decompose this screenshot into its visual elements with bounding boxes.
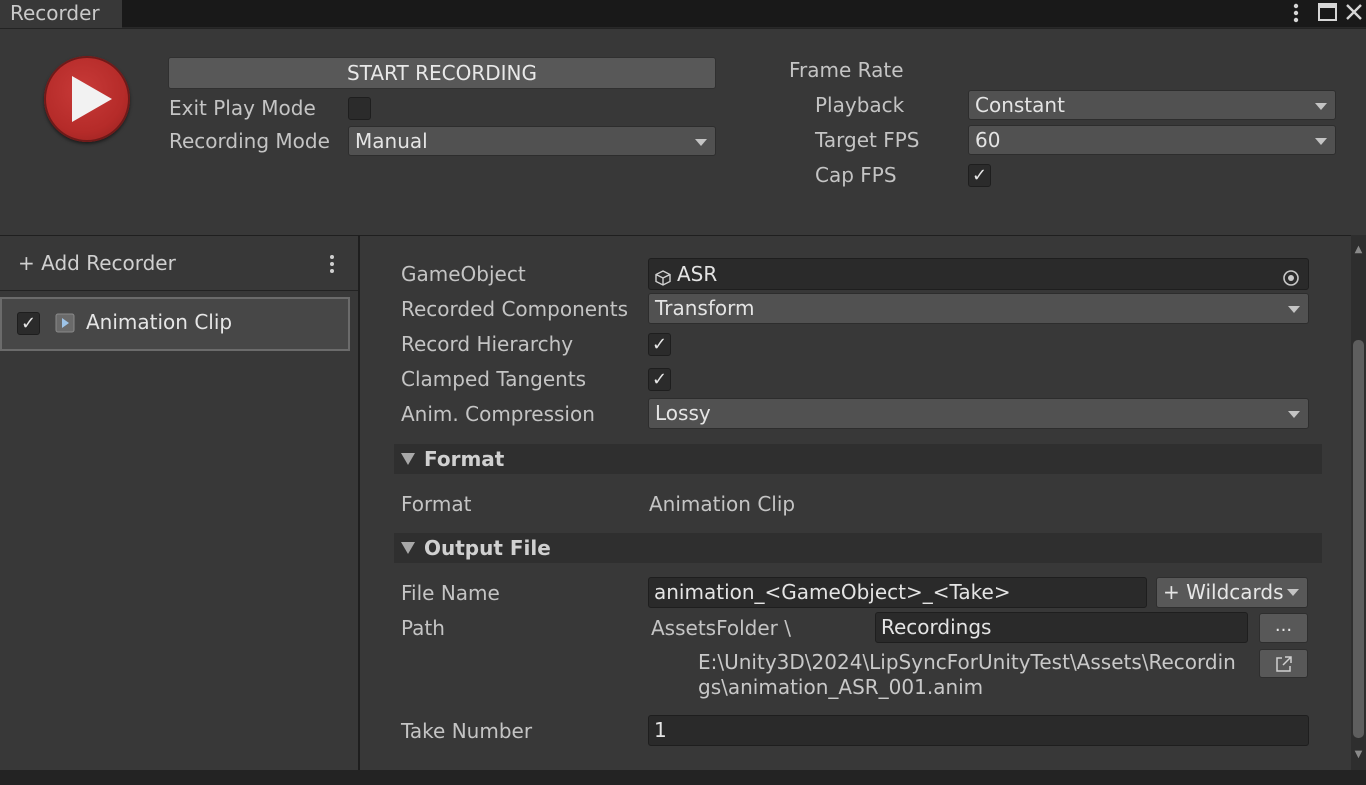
output-file-section-header[interactable]: Output File <box>394 533 1322 563</box>
frame-rate-heading: Frame Rate <box>789 58 904 82</box>
anim-compression-label: Anim. Compression <box>401 402 595 426</box>
recorded-components-label: Recorded Components <box>401 297 628 321</box>
playback-label: Playback <box>815 93 905 117</box>
gameobject-label: GameObject <box>401 262 526 286</box>
cube-icon <box>654 265 672 286</box>
recorder-list-item[interactable]: ✓ Animation Clip <box>0 297 350 351</box>
recorder-list-menu-icon[interactable] <box>328 254 336 274</box>
recorder-settings-panel: GameObject ASR Recorded Components Trans… <box>360 235 1351 771</box>
record-hierarchy-checkbox[interactable]: ✓ <box>648 333 671 356</box>
checkmark-icon: ✓ <box>651 334 668 355</box>
full-path-line-2: gs\animation_ASR_001.anim <box>698 675 984 699</box>
scrollbar-thumb[interactable] <box>1353 340 1364 738</box>
add-recorder-bar: + Add Recorder <box>0 236 358 291</box>
format-value: Animation Clip <box>649 492 796 516</box>
recorded-components-value: Transform <box>655 296 755 320</box>
browse-folder-button[interactable]: ... <box>1259 613 1308 643</box>
chevron-down-icon <box>695 139 707 146</box>
clamped-tangents-label: Clamped Tangents <box>401 367 587 391</box>
clamped-tangents-checkbox[interactable]: ✓ <box>648 368 671 391</box>
path-root-label: AssetsFolder \ <box>651 616 791 640</box>
wildcards-dropdown-button[interactable]: + Wildcards <box>1156 577 1308 608</box>
window-tab-bar <box>0 0 1366 27</box>
start-recording-button[interactable]: START RECORDING <box>168 57 716 89</box>
format-label: Format <box>401 492 472 516</box>
recorded-components-dropdown[interactable]: Transform <box>648 293 1309 324</box>
file-name-input[interactable]: animation_<GameObject>_<Take> <box>648 577 1147 608</box>
animation-clip-icon <box>55 313 75 333</box>
cap-fps-checkbox[interactable]: ✓ <box>968 164 991 187</box>
kebab-menu-icon[interactable] <box>1290 2 1302 24</box>
target-fps-dropdown[interactable]: 60 <box>968 125 1336 155</box>
open-folder-button[interactable] <box>1259 649 1308 678</box>
anim-compression-value: Lossy <box>655 401 711 425</box>
scroll-up-icon[interactable]: ▲ <box>1352 244 1365 255</box>
recording-mode-value: Manual <box>355 129 428 153</box>
exit-play-mode-label: Exit Play Mode <box>169 96 316 120</box>
full-path-line-1: E:\Unity3D\2024\LipSyncForUnityTest\Asse… <box>698 650 1236 674</box>
chevron-down-icon <box>1288 411 1300 418</box>
external-link-icon <box>1274 654 1294 674</box>
anim-compression-dropdown[interactable]: Lossy <box>648 398 1309 429</box>
expand-triangle-icon <box>401 542 415 554</box>
expand-triangle-icon <box>401 453 415 465</box>
scroll-down-icon[interactable]: ▼ <box>1352 749 1365 760</box>
chevron-down-icon <box>1288 306 1300 313</box>
playback-value: Constant <box>975 93 1065 117</box>
path-label: Path <box>401 616 445 640</box>
cap-fps-label: Cap FPS <box>815 163 897 187</box>
recording-mode-label: Recording Mode <box>169 129 330 153</box>
close-icon[interactable] <box>1344 1 1364 23</box>
chevron-down-icon <box>1315 103 1327 110</box>
record-play-button[interactable] <box>44 56 130 142</box>
format-section-title: Format <box>424 447 505 471</box>
add-recorder-button[interactable]: + Add Recorder <box>18 251 176 275</box>
take-number-label: Take Number <box>401 719 533 743</box>
record-hierarchy-label: Record Hierarchy <box>401 332 574 356</box>
playback-dropdown[interactable]: Constant <box>968 90 1336 120</box>
recorder-tab[interactable]: Recorder <box>0 0 122 28</box>
bottom-edge <box>0 770 1366 785</box>
chevron-down-icon <box>1287 589 1299 596</box>
chevron-down-icon <box>1315 138 1327 145</box>
recorder-item-label: Animation Clip <box>86 310 233 334</box>
recorder-list-panel: + Add Recorder ✓ Animation Clip <box>0 235 358 771</box>
gameobject-field[interactable]: ASR <box>648 258 1309 290</box>
play-icon <box>72 76 112 122</box>
checkmark-icon: ✓ <box>971 165 988 186</box>
checkmark-icon: ✓ <box>20 313 37 334</box>
checkmark-icon: ✓ <box>651 369 668 390</box>
wildcards-label: + Wildcards <box>1163 580 1284 604</box>
target-fps-value: 60 <box>975 128 1001 152</box>
take-number-input[interactable]: 1 <box>648 715 1309 746</box>
format-section-header[interactable]: Format <box>394 444 1322 474</box>
output-file-section-title: Output File <box>424 536 551 560</box>
target-fps-label: Target FPS <box>815 128 920 152</box>
gameobject-value: ASR <box>677 262 718 286</box>
maximize-icon[interactable] <box>1317 1 1339 23</box>
recorder-enabled-checkbox[interactable]: ✓ <box>17 312 40 335</box>
file-name-label: File Name <box>401 581 500 605</box>
path-folder-input[interactable]: Recordings <box>875 612 1248 643</box>
object-picker-icon[interactable] <box>1282 265 1300 286</box>
exit-play-mode-checkbox[interactable] <box>348 97 371 120</box>
recording-mode-dropdown[interactable]: Manual <box>348 126 716 156</box>
